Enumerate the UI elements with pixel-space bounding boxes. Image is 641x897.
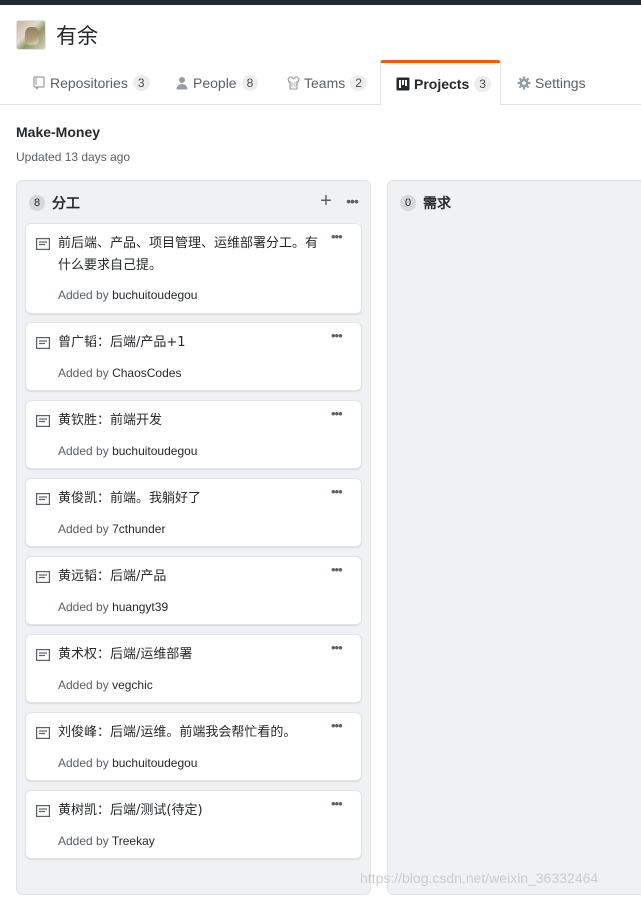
card-note-text: 黄术权：后端/运维部署: [58, 647, 193, 662]
card-author-link[interactable]: Treekay: [112, 834, 155, 848]
card-note-text: 前后端、产品、项目管理、运维部署分工。有什么要求自己提。: [58, 236, 319, 273]
org-tabs: Repositories 3 People 8 00 Teams 2 Proje…: [0, 60, 641, 106]
project-card[interactable]: 前后端、产品、项目管理、运维部署分工。有什么要求自己提。 Added by bu…: [25, 223, 362, 314]
tab-label: Projects: [414, 76, 470, 92]
card-note-text: 黄树凯：后端/测试(待定): [58, 803, 203, 818]
gear-icon: [517, 75, 531, 91]
card-menu-button[interactable]: •••: [331, 485, 347, 498]
project-card[interactable]: 黄树凯：后端/测试(待定) Added by Treekay •••: [25, 790, 362, 859]
added-by-label: Added by: [58, 366, 109, 380]
project-title[interactable]: Make-Money: [16, 124, 100, 140]
card-author-link[interactable]: vegchic: [112, 678, 153, 692]
tab-counter: 3: [474, 76, 491, 92]
project-card[interactable]: 刘俊峰：后端/运维。前端我会帮忙看的。 Added by buchuitoude…: [25, 712, 362, 781]
project-updated: Updated 13 days ago: [16, 150, 131, 164]
org-avatar[interactable]: [16, 20, 46, 50]
card-menu-button[interactable]: •••: [331, 797, 347, 810]
note-icon: [36, 726, 51, 740]
top-navigation-bar: [0, 0, 641, 5]
card-author-link[interactable]: huangyt39: [112, 600, 168, 614]
tab-label: Settings: [535, 74, 586, 91]
project-card[interactable]: 曾广韬：后端/产品+1 Added by ChaosCodes •••: [25, 322, 362, 391]
tab-counter: 8: [241, 74, 259, 91]
note-icon: [36, 336, 51, 350]
project-icon: [396, 76, 410, 92]
org-header: 有余: [16, 19, 98, 51]
card-author-link[interactable]: 7cthunder: [112, 522, 165, 536]
note-icon: [36, 648, 51, 662]
added-by-label: Added by: [58, 288, 109, 302]
tab-label: Repositories: [50, 74, 128, 91]
note-icon: [36, 570, 51, 584]
project-card[interactable]: 黄术权：后端/运维部署 Added by vegchic •••: [25, 634, 362, 703]
card-meta: Added by huangyt39: [58, 600, 168, 614]
project-card[interactable]: 黄钦胜：前端开发 Added by buchuitoudegou •••: [25, 400, 362, 469]
card-menu-button[interactable]: •••: [331, 230, 347, 243]
jersey-icon: 00: [286, 75, 300, 91]
card-meta: Added by buchuitoudegou: [58, 756, 197, 770]
added-by-label: Added by: [58, 756, 109, 770]
card-note-text: 曾广韬：后端/产品+1: [58, 335, 186, 350]
card-note-text: 黄远韬：后端/产品: [58, 569, 167, 584]
note-icon: [36, 237, 51, 251]
project-column: 0 需求: [387, 180, 641, 895]
column-card-count: 8: [29, 195, 45, 211]
card-meta: Added by Treekay: [58, 834, 155, 848]
card-meta: Added by vegchic: [58, 678, 153, 692]
added-by-label: Added by: [58, 678, 109, 692]
card-note-text: 刘俊峰：后端/运维。前端我会帮忙看的。: [58, 725, 297, 740]
column-menu-button[interactable]: •••: [344, 193, 360, 209]
project-card[interactable]: 黄远韬：后端/产品 Added by huangyt39 •••: [25, 556, 362, 625]
tab-people[interactable]: People 8: [175, 60, 259, 105]
svg-text:00: 00: [290, 82, 296, 88]
tab-counter: 2: [350, 74, 367, 91]
card-note-text: 黄俊凯：前端。我躺好了: [58, 491, 202, 506]
note-icon: [36, 414, 51, 428]
card-menu-button[interactable]: •••: [331, 563, 347, 576]
column-header: 0 需求: [400, 193, 451, 213]
column-card-count: 0: [400, 195, 416, 211]
tab-counter: 3: [132, 74, 150, 91]
card-author-link[interactable]: buchuitoudegou: [112, 756, 197, 770]
repo-icon: [32, 75, 46, 91]
column-name: 需求: [423, 196, 451, 212]
tab-settings[interactable]: Settings: [517, 60, 586, 105]
card-author-link[interactable]: buchuitoudegou: [112, 444, 197, 458]
note-icon: [36, 804, 51, 818]
added-by-label: Added by: [58, 522, 109, 536]
tab-label: People: [193, 74, 237, 91]
added-by-label: Added by: [58, 834, 109, 848]
card-meta: Added by 7cthunder: [58, 522, 165, 536]
add-card-button[interactable]: +: [319, 191, 333, 211]
card-menu-button[interactable]: •••: [331, 641, 347, 654]
watermark-text: https://blog.csdn.net/weixin_36332464: [360, 870, 599, 886]
project-card[interactable]: 黄俊凯：前端。我躺好了 Added by 7cthunder •••: [25, 478, 362, 547]
person-icon: [175, 75, 189, 91]
added-by-label: Added by: [58, 444, 109, 458]
card-meta: Added by buchuitoudegou: [58, 444, 197, 458]
column-name: 分工: [52, 196, 80, 212]
tab-label: Teams: [304, 74, 346, 91]
card-note-text: 黄钦胜：前端开发: [58, 413, 163, 428]
tab-teams[interactable]: 00 Teams 2: [286, 60, 367, 105]
note-icon: [36, 492, 51, 506]
card-menu-button[interactable]: •••: [331, 329, 347, 342]
tab-repositories[interactable]: Repositories 3: [32, 60, 150, 105]
card-meta: Added by ChaosCodes: [58, 366, 181, 380]
card-author-link[interactable]: ChaosCodes: [112, 366, 181, 380]
card-author-link[interactable]: buchuitoudegou: [112, 288, 197, 302]
tab-projects[interactable]: Projects 3: [380, 60, 501, 106]
card-meta: Added by buchuitoudegou: [58, 288, 197, 302]
org-name[interactable]: 有余: [56, 20, 98, 50]
card-menu-button[interactable]: •••: [331, 719, 347, 732]
card-menu-button[interactable]: •••: [331, 407, 347, 420]
added-by-label: Added by: [58, 600, 109, 614]
column-header: 8 分工: [29, 193, 80, 213]
